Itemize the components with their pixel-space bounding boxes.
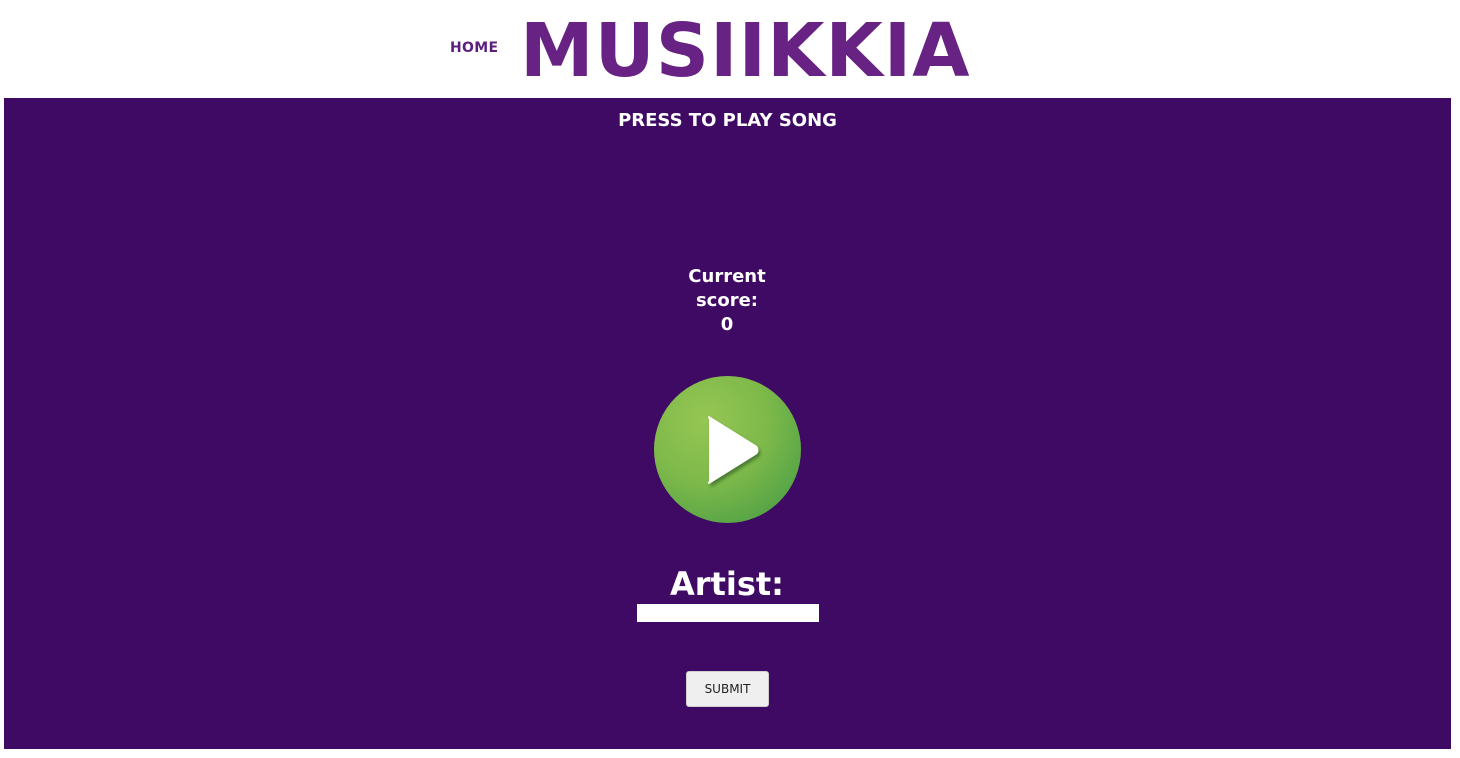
artist-input[interactable]: [637, 604, 819, 622]
artist-label: Artist:: [670, 565, 784, 603]
score-value: 0: [720, 314, 734, 335]
score-display: Current score: 0: [667, 265, 787, 337]
site-header: HOME MUSIIKKIA: [0, 0, 1460, 98]
play-prompt: PRESS TO PLAY SONG: [618, 110, 837, 131]
submit-button[interactable]: SUBMIT: [686, 671, 769, 707]
score-label-line2: score:: [695, 290, 759, 311]
nav-home-link[interactable]: HOME: [450, 40, 498, 56]
play-button[interactable]: [654, 376, 801, 523]
game-panel: PRESS TO PLAY SONG Current score: 0 Arti…: [4, 98, 1451, 749]
site-logo: MUSIIKKIA: [520, 8, 971, 94]
score-label-line1: Current: [688, 266, 766, 287]
play-icon: [708, 416, 759, 484]
